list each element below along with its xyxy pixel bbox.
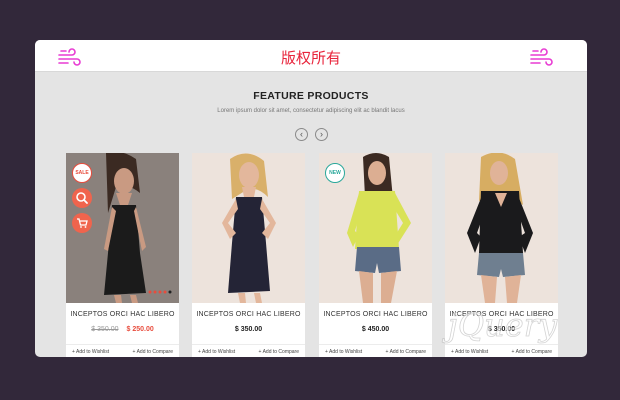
product-image[interactable]	[445, 153, 558, 303]
new-badge: NEW	[325, 163, 345, 183]
sale-badge: SALE	[72, 163, 92, 183]
top-bar: 版权所有	[35, 40, 587, 72]
wind-icon	[530, 48, 553, 66]
chevron-right-icon: ›	[320, 129, 323, 139]
header-title: 版权所有	[280, 49, 341, 67]
chevron-left-icon: ‹	[300, 129, 303, 139]
product-prices: $ 450.00	[319, 326, 432, 333]
product-price: $ 350.00	[234, 326, 263, 333]
image-dots-indicator[interactable]	[148, 290, 172, 294]
product-prices: $ 350.00 $ 250.00	[66, 326, 179, 333]
add-to-wishlist-link[interactable]: + Add to Wishlist	[72, 349, 109, 355]
cart-icon	[77, 218, 88, 228]
product-prices: $ 350.00	[192, 326, 305, 333]
product-card[interactable]: NEW INCEPTOS ORCI HAC LIBERO $ 450.00 + …	[319, 153, 432, 357]
product-actions: + Add to Wishlist + Add to Compare	[319, 344, 432, 355]
product-old-price: $ 350.00	[91, 326, 119, 333]
product-actions: + Add to Wishlist + Add to Compare	[66, 344, 179, 355]
add-to-compare-link[interactable]: + Add to Compare	[259, 349, 299, 355]
product-card[interactable]: SALE INCEPTOS ORCI HAC LIBERO $ 350.00 $ …	[66, 153, 179, 357]
add-to-wishlist-link[interactable]: + Add to Wishlist	[325, 349, 362, 355]
product-price: $ 450.00	[361, 326, 390, 333]
search-icon	[76, 192, 88, 204]
product-card[interactable]: INCEPTOS ORCI HAC LIBERO $ 350.00 + Add …	[192, 153, 305, 357]
product-price: $ 250.00	[126, 326, 154, 333]
section-subheading: Lorem ipsum dolor sit amet, consectetur …	[217, 108, 405, 114]
add-to-compare-link[interactable]: + Add to Compare	[133, 349, 173, 355]
jquery-watermark: jQuery	[442, 306, 559, 345]
quick-view-button[interactable]	[72, 188, 92, 208]
product-name[interactable]: INCEPTOS ORCI HAC LIBERO	[319, 311, 432, 318]
product-name[interactable]: INCEPTOS ORCI HAC LIBERO	[66, 311, 179, 318]
carousel-prev-button[interactable]: ‹	[295, 128, 308, 141]
product-actions: + Add to Wishlist + Add to Compare	[192, 344, 305, 355]
section-heading: FEATURE PRODUCTS	[253, 90, 369, 102]
product-name[interactable]: INCEPTOS ORCI HAC LIBERO	[192, 311, 305, 318]
add-to-wishlist-link[interactable]: + Add to Wishlist	[198, 349, 235, 355]
add-to-compare-link[interactable]: + Add to Compare	[386, 349, 426, 355]
watermark-text: jQuery	[442, 306, 558, 344]
carousel-next-button[interactable]: ›	[315, 128, 328, 141]
product-image[interactable]	[192, 153, 305, 303]
add-to-cart-button[interactable]	[72, 213, 92, 233]
